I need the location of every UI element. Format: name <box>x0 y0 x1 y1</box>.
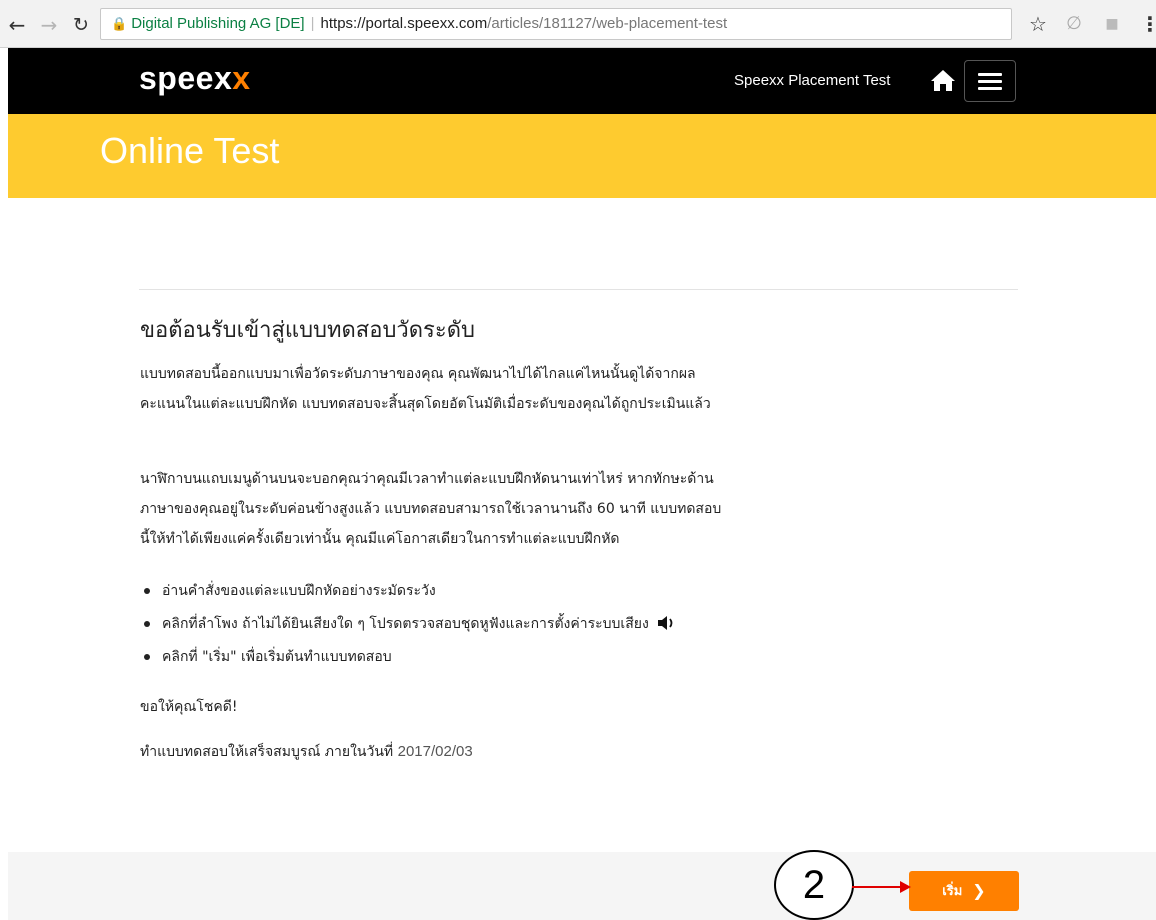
instruction-text: คลิกที่ลำโพง ถ้าไม่ได้ยินเสียงใด ๆ โปรดต… <box>162 616 649 632</box>
address-bar[interactable]: 🔒 Digital Publishing AG [DE] | https://port… <box>100 8 1012 40</box>
instruction-list: อ่านคำสั่งของแต่ละแบบฝึกหัดอย่างระมัดระว… <box>140 580 1020 679</box>
reload-icon[interactable]: ↻ <box>70 14 92 36</box>
browser-menu-icon[interactable]: ⋮ <box>1140 12 1156 36</box>
speaker-icon[interactable] <box>657 615 677 631</box>
menu-icon-bar <box>978 80 1002 83</box>
url-path: /articles/181127/web-placement-test <box>487 15 728 32</box>
intro-line-1: แบบทดสอบนี้ออกแบบมาเพื่อวัดระดับภาษาของค… <box>140 366 696 382</box>
site-header: speexx Speexx Placement Test <box>8 48 1156 114</box>
browser-toolbar: ← → ↻ 🔒 Digital Publishing AG [DE] | https:… <box>0 0 1156 48</box>
extension-icon[interactable]: ∅ <box>1062 12 1086 36</box>
back-icon[interactable]: ← <box>6 14 28 36</box>
timing-line-1: นาฬิกาบนแถบเมนูด้านบนจะบอกคุณว่าคุณมีเวล… <box>140 471 714 487</box>
welcome-heading: ขอต้อนรับเข้าสู่แบบทดสอบวัดระดับ <box>140 318 475 343</box>
deadline-date: 2017/02/03 <box>397 743 473 760</box>
logo-text: speex <box>139 60 233 96</box>
list-item: อ่านคำสั่งของแต่ละแบบฝึกหัดอย่างระมัดระว… <box>140 580 1020 613</box>
home-icon[interactable] <box>930 68 956 92</box>
start-button[interactable]: เริ่ม ❯ <box>909 871 1019 911</box>
timing-line-2: ภาษาของคุณอยู่ในระดับค่อนข้างสูงแล้ว แบบ… <box>140 501 722 517</box>
content-divider <box>139 289 1018 290</box>
deadline-prefix: ทำแบบทดสอบให้เสร็จสมบูรณ์ ภายในวันที่ <box>140 744 394 760</box>
lock-icon: 🔒 <box>111 16 128 31</box>
url-host: https://portal.speexx.com <box>320 15 488 32</box>
extension-icon-secondary[interactable]: ■ <box>1100 12 1124 36</box>
speexx-logo[interactable]: speexx <box>139 60 251 97</box>
address-separator: | <box>310 15 315 32</box>
star-icon[interactable]: ☆ <box>1026 12 1050 36</box>
logo-accent: x <box>232 60 251 96</box>
step-annotation-circle: 2 <box>774 850 854 920</box>
timing-line-3: นี้ให้ทำได้เพียงแค่ครั้งเดียวเท่านั้น คุ… <box>140 531 620 547</box>
intro-line-2: คะแนนในแต่ละแบบฝึกหัด แบบทดสอบจะสิ้นสุดโ… <box>140 396 711 412</box>
list-item: คลิกที่ลำโพง ถ้าไม่ได้ยินเสียงใด ๆ โปรดต… <box>140 613 1020 646</box>
menu-toggle-button[interactable] <box>964 60 1016 102</box>
instruction-text: อ่านคำสั่งของแต่ละแบบฝึกหัดอย่างระมัดระว… <box>162 583 436 599</box>
good-luck-text: ขอให้คุณโชคดี! <box>140 699 238 715</box>
deadline-text: ทำแบบทดสอบให้เสร็จสมบูรณ์ ภายในวันที่ 20… <box>140 740 473 764</box>
page-title: Online Test <box>100 130 280 171</box>
header-title[interactable]: Speexx Placement Test <box>734 72 890 89</box>
intro-paragraph: แบบทดสอบนี้ออกแบบมาเพื่อวัดระดับภาษาของค… <box>140 359 1020 419</box>
chevron-right-icon: ❯ <box>972 881 986 900</box>
site-identity: Digital Publishing AG [DE] <box>131 15 305 32</box>
annotation-arrow-icon <box>852 881 911 893</box>
instruction-text: คลิกที่ "เริ่ม" เพื่อเริ่มต้นทำแบบทดสอบ <box>162 649 392 665</box>
menu-icon-bar <box>978 87 1002 90</box>
timing-paragraph: นาฬิกาบนแถบเมนูด้านบนจะบอกคุณว่าคุณมีเวล… <box>140 464 1020 554</box>
start-button-label: เริ่ม <box>942 884 963 899</box>
forward-icon[interactable]: → <box>38 14 60 36</box>
page-banner: Online Test <box>8 114 1156 198</box>
menu-icon-bar <box>978 73 1002 76</box>
list-item: คลิกที่ "เริ่ม" เพื่อเริ่มต้นทำแบบทดสอบ <box>140 646 1020 679</box>
